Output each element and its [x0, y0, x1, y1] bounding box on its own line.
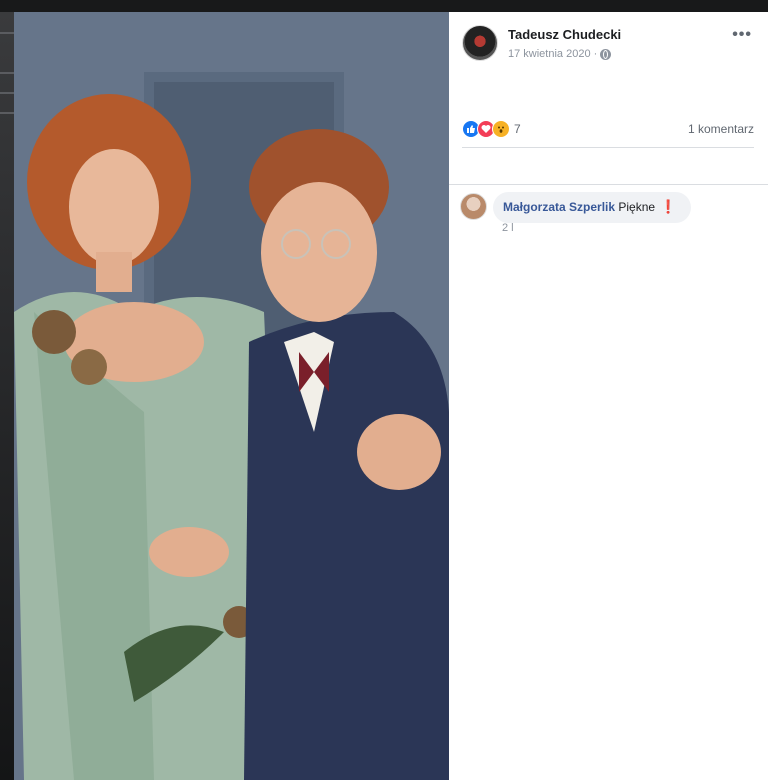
post-date[interactable]: 17 kwietnia 2020 [508, 48, 591, 60]
divider [462, 147, 754, 148]
reaction-count: 7 [514, 122, 521, 136]
commenter-avatar[interactable] [460, 193, 487, 220]
comment-time[interactable]: 2 l [502, 222, 514, 234]
exclamation-emoji: ❗ [660, 199, 677, 214]
post-side-panel: Tadeusz Chudecki 17 kwietnia 2020 · ••• … [449, 12, 768, 780]
more-options-button[interactable]: ••• [732, 26, 752, 44]
post-meta: 17 kwietnia 2020 · [508, 48, 612, 60]
comment-bubble: Małgorzata Szperlik Piękne ❗ [493, 192, 691, 223]
post-photo[interactable] [14, 12, 449, 780]
comment-count-link[interactable]: 1 komentarz [688, 122, 754, 136]
globe-icon[interactable] [600, 48, 612, 60]
separator-dot: · [593, 48, 598, 60]
wow-icon [492, 120, 510, 138]
divider [449, 184, 768, 185]
background-feed [0, 12, 14, 780]
commenter-name[interactable]: Małgorzata Szperlik [503, 200, 615, 214]
photo-illustration [14, 12, 449, 780]
top-bar [0, 0, 768, 12]
author-avatar[interactable] [462, 25, 498, 61]
author-name[interactable]: Tadeusz Chudecki [508, 27, 621, 42]
comment-text: Piękne [618, 200, 656, 214]
reactions-summary[interactable]: 7 [462, 120, 521, 138]
